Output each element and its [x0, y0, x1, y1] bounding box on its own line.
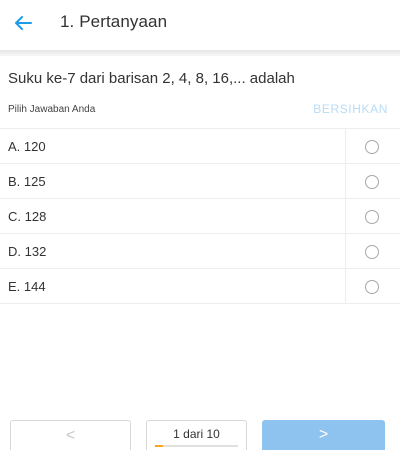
option-divider	[345, 269, 346, 303]
question-text: Suku ke-7 dari barisan 2, 4, 8, 16,... a…	[8, 70, 295, 87]
page-indicator: 1 dari 10	[173, 427, 220, 441]
option-e[interactable]: E. 144	[0, 269, 400, 304]
option-divider	[345, 164, 346, 198]
answer-prompt-row: Pilih Jawaban Anda BERSIHKAN	[0, 100, 400, 128]
option-label: B. 125	[8, 174, 46, 189]
arrow-left-icon	[15, 16, 32, 30]
answer-options-list: A. 120 B. 125 C. 128 D. 132 E. 144	[0, 128, 400, 304]
next-button[interactable]: >	[262, 420, 385, 450]
previous-button[interactable]: <	[10, 420, 131, 450]
option-divider	[345, 234, 346, 268]
header-bar: 1. Pertanyaan	[0, 0, 400, 50]
back-button[interactable]	[8, 10, 38, 36]
previous-label: <	[65, 426, 76, 444]
page-indicator-button[interactable]: 1 dari 10	[146, 420, 247, 450]
radio-button-c[interactable]	[365, 210, 379, 224]
option-b[interactable]: B. 125	[0, 164, 400, 199]
option-a[interactable]: A. 120	[0, 129, 400, 164]
next-label: >	[318, 426, 329, 443]
option-label: E. 144	[8, 279, 46, 294]
quiz-screen: 1. Pertanyaan Suku ke-7 dari barisan 2, …	[0, 0, 400, 450]
radio-button-d[interactable]	[365, 245, 379, 259]
option-label: A. 120	[8, 139, 46, 154]
option-label: C. 128	[8, 209, 47, 224]
option-divider	[345, 199, 346, 233]
option-d[interactable]: D. 132	[0, 234, 400, 269]
page-title: 1. Pertanyaan	[60, 12, 168, 31]
progress-track	[155, 445, 238, 447]
answer-prompt: Pilih Jawaban Anda	[8, 104, 96, 115]
radio-button-b[interactable]	[365, 175, 379, 189]
radio-button-a[interactable]	[365, 140, 379, 154]
option-c[interactable]: C. 128	[0, 199, 400, 234]
header-divider	[0, 50, 400, 56]
progress-fill	[155, 445, 164, 447]
option-label: D. 132	[8, 244, 47, 259]
radio-button-e[interactable]	[365, 280, 379, 294]
clear-answer-button[interactable]: BERSIHKAN	[313, 102, 388, 116]
option-divider	[345, 129, 346, 163]
